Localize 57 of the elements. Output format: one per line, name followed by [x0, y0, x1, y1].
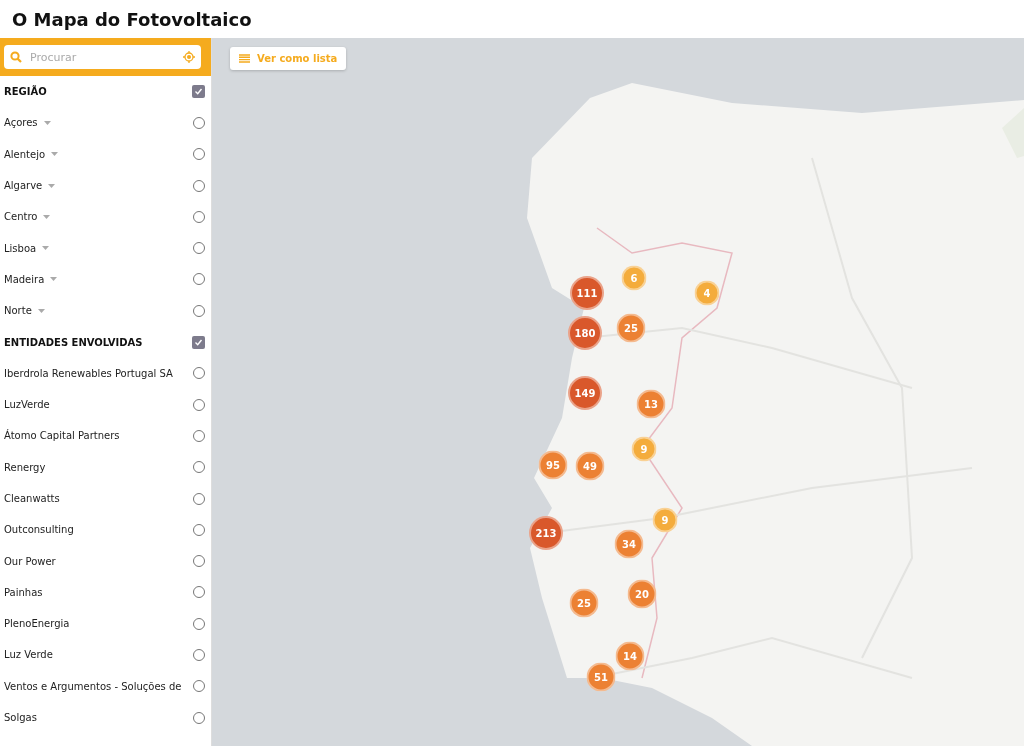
caret-icon[interactable] [37, 308, 45, 313]
radio-button[interactable] [193, 398, 206, 411]
section-heading: ENTIDADES ENVOLVIDAS [4, 336, 144, 348]
radio-button[interactable] [193, 523, 206, 536]
radio-button[interactable] [193, 555, 206, 568]
radio-button[interactable] [193, 617, 206, 630]
radio-button[interactable] [193, 680, 206, 693]
radio-button[interactable] [193, 492, 206, 505]
radio-button[interactable] [193, 273, 206, 286]
filter-label[interactable]: Alentejo [4, 148, 46, 160]
filter-label[interactable]: Outconsulting [4, 524, 74, 536]
filter-label[interactable]: Our Power [4, 555, 56, 567]
caret-icon[interactable] [43, 214, 51, 219]
filter-label[interactable]: Painhas [4, 586, 43, 598]
list-icon [239, 54, 250, 63]
filter-label[interactable]: Solgas [4, 712, 37, 724]
search-input[interactable]: Procurar [28, 49, 177, 65]
caret-icon[interactable] [48, 183, 56, 188]
search-field[interactable]: Procurar [4, 45, 201, 69]
search-icon [10, 51, 22, 63]
caret-icon[interactable] [50, 277, 58, 282]
filter-label[interactable]: Luz Verde [4, 649, 53, 661]
filter-label[interactable]: Madeira [4, 273, 45, 285]
caret-icon[interactable] [51, 152, 59, 157]
radio-button[interactable] [193, 148, 206, 161]
filter-label[interactable]: Cleanwatts [4, 493, 60, 504]
filter-label[interactable]: PlenoEnergia [4, 618, 70, 630]
radio-button[interactable] [193, 304, 206, 317]
radio-button[interactable] [193, 586, 206, 599]
filter-label[interactable]: Átomo Capital Partners [4, 430, 120, 442]
filter-label[interactable]: Algarve [4, 180, 43, 192]
filter-label[interactable]: LuzVerde [4, 399, 50, 411]
filter-label[interactable]: Centro [4, 211, 38, 223]
radio-button[interactable] [193, 429, 206, 442]
filter-label[interactable]: Açores [4, 117, 38, 129]
filter-label[interactable]: Lisboa [4, 242, 37, 254]
radio-button[interactable] [193, 461, 206, 474]
checkbox[interactable] [192, 335, 206, 349]
filter-label[interactable]: Iberdrola Renewables Portugal SA [4, 367, 173, 379]
caret-icon[interactable] [42, 246, 50, 251]
page-title: O Mapa do Fotovoltaico [12, 8, 252, 30]
filter-label[interactable]: Ventos e Argumentos - Soluções de [4, 680, 182, 692]
filter-label[interactable]: Renergy [4, 461, 46, 473]
check-icon [194, 87, 204, 97]
caret-icon[interactable] [43, 120, 51, 125]
section-heading: REGIÃO [4, 86, 48, 98]
radio-button[interactable] [193, 210, 206, 223]
radio-button[interactable] [193, 179, 206, 192]
radio-button[interactable] [193, 116, 206, 129]
radio-button[interactable] [193, 711, 206, 724]
radio-button[interactable] [193, 649, 206, 661]
radio-button[interactable] [193, 367, 206, 380]
filter-label[interactable]: Norte [4, 305, 32, 317]
checkbox[interactable] [192, 85, 206, 99]
radio-button[interactable] [193, 242, 206, 255]
locate-icon[interactable] [183, 51, 195, 63]
check-icon [194, 337, 204, 347]
